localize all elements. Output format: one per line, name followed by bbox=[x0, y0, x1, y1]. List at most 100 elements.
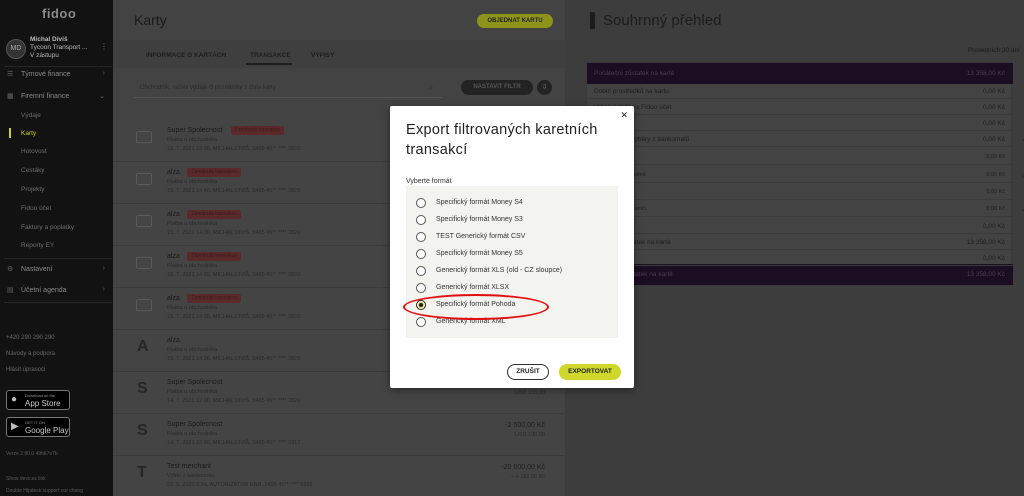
summary-row[interactable]: Výběry v zahraničí0,00 Kč⌄ bbox=[587, 202, 1024, 217]
transaction-merchant: Super Spolecnost bbox=[167, 421, 223, 428]
radio-button[interactable] bbox=[416, 198, 426, 208]
chevron-down-icon: ⌄ bbox=[99, 93, 105, 100]
kebab-menu-icon[interactable]: ⋮ bbox=[100, 42, 108, 51]
store-caption: Download on the bbox=[25, 393, 56, 398]
transaction-merchant: alza bbox=[167, 337, 180, 344]
tab-statements[interactable]: VÝPISY bbox=[311, 52, 334, 59]
summary-available-balance: Dostupný zůstatek na kartě 13 358,00 Kč bbox=[587, 264, 1013, 285]
transaction-merchant: Test merchant bbox=[167, 463, 211, 470]
apple-icon: ● bbox=[11, 394, 18, 405]
divider bbox=[4, 258, 112, 259]
status-badge: Zamítnutá transakce bbox=[187, 294, 241, 303]
sidebar-section-settings[interactable]: ⚙ Nastavení › bbox=[0, 262, 113, 278]
transaction-row[interactable]: S Super Spolecnost Platba u obchodníka 14. … bbox=[113, 414, 565, 456]
avatar: MD bbox=[6, 39, 26, 59]
sidebar-item-cash[interactable]: Hotovost bbox=[21, 148, 47, 155]
app-store-button[interactable]: ● Download on the App Store bbox=[6, 390, 70, 410]
report-link[interactable]: Hlásit úprasoci bbox=[6, 367, 45, 373]
summary-title: Souhrnný přehled bbox=[603, 12, 722, 29]
radio-button[interactable] bbox=[416, 215, 426, 225]
dialog-title: Export filtrovaných karetních transakcí bbox=[406, 122, 598, 158]
footer-link[interactable]: Show devices link bbox=[6, 476, 46, 482]
google-play-button[interactable]: ▶ GET IT ON Google Play bbox=[6, 417, 70, 437]
summary-value: 0,00 Kč bbox=[982, 104, 1005, 111]
order-card-button[interactable]: OBJEDNAT KARTU bbox=[477, 14, 553, 28]
section-label: Týmové finance bbox=[21, 71, 71, 78]
sidebar-item-reports[interactable]: Reporty EY bbox=[21, 242, 54, 249]
transaction-type: Platba u obchodníka bbox=[167, 389, 218, 395]
status-badge: Zamítnutá transakce bbox=[230, 126, 285, 135]
transaction-type: Platba u obchodníka bbox=[167, 305, 218, 311]
merchant-initial: A bbox=[137, 338, 149, 355]
user-company: Tycoon Transport ... bbox=[30, 44, 88, 51]
search-placeholder: Obchodník, název výdaje či poznámky z čí… bbox=[140, 85, 276, 91]
period-label[interactable]: Posledních 30 dní bbox=[968, 47, 1020, 54]
active-indicator bbox=[9, 128, 11, 138]
summary-value: 0,00 Kč bbox=[982, 88, 1005, 95]
summary-value: 0,00 Kč bbox=[982, 223, 1005, 230]
close-icon[interactable]: ✕ bbox=[620, 110, 628, 121]
footer-link[interactable]: Double Hlpdesk support our chang bbox=[6, 488, 83, 494]
summary-value: 0,00 Kč bbox=[982, 136, 1005, 143]
sidebar-item-invoices[interactable]: Faktury a poplatky bbox=[21, 224, 74, 231]
transaction-meta: 16. 7. 2021 13:08, MICHAL DIVIŠ, 5495 45… bbox=[167, 146, 301, 152]
page-title: Karty bbox=[134, 12, 167, 28]
sidebar-item-travel[interactable]: Cestáky bbox=[21, 167, 44, 174]
format-option-label: Specifický formát Money S3 bbox=[436, 216, 523, 223]
radio-button[interactable] bbox=[416, 249, 426, 259]
transaction-type: Platba u obchodníka bbox=[167, 137, 218, 143]
summary-value: 13 358,00 Kč bbox=[966, 70, 1005, 77]
user-role: V zástupu bbox=[30, 52, 59, 59]
summary-row[interactable]: Platby v cizí měně0,00 Kč⌄ bbox=[587, 168, 1024, 183]
transaction-row[interactable]: T Test merchant Výběr z bankomatu 29. 5. 20… bbox=[113, 456, 565, 496]
summary-table: Počáteční zůstatek na kartě 13 358,00 Kč… bbox=[586, 62, 1024, 286]
sidebar-section-accounting[interactable]: ▤ Účetní agenda › bbox=[0, 283, 113, 299]
transaction-meta: 14. 7. 2021 12:00, MICHAL DIVIŠ, 5495 45… bbox=[167, 440, 301, 446]
company-icon: ▦ bbox=[7, 93, 14, 100]
sidebar-section-company-finance[interactable]: ▦ Firemní finance ⌄ bbox=[0, 89, 113, 105]
search-icon[interactable]: ⌕ bbox=[429, 83, 433, 93]
format-option-label: Specifický formát Pohoda bbox=[436, 301, 516, 308]
download-icon[interactable]: ⇩ bbox=[537, 80, 552, 95]
user-block[interactable]: MD Michal Diviš Tycoon Transport ... V z… bbox=[4, 34, 112, 64]
radio-button[interactable] bbox=[416, 232, 426, 242]
version-label: Verze 2.80.0.49b67e7b bbox=[6, 451, 58, 457]
format-option-label: Specifický formát Money S5 bbox=[436, 250, 523, 257]
tab-card-info[interactable]: INFORMACE O KARTÁCH bbox=[146, 52, 226, 59]
gear-icon: ⚙ bbox=[7, 266, 14, 273]
transaction-meta: 29. 5. 2020 8:34, AUTORIZATOR ENR, 5495 … bbox=[167, 482, 313, 488]
sidebar-item-cards[interactable]: Karty bbox=[21, 130, 36, 137]
transaction-type: Platba u obchodníka bbox=[167, 221, 218, 227]
format-label: Vyberte formát bbox=[406, 178, 452, 185]
format-option-label: Specifický formát Money S4 bbox=[436, 199, 523, 206]
radio-button[interactable] bbox=[416, 283, 426, 293]
help-link[interactable]: Návody a podpora bbox=[6, 351, 55, 357]
sidebar-item-fidoo-account[interactable]: Fidoo účet bbox=[21, 205, 51, 212]
sidebar-section-team-finance[interactable]: ☰ Týmové finance › bbox=[0, 67, 113, 83]
transaction-meta: 15. 7. 2021 14:39, MICHAL DIVIŠ, 5495 45… bbox=[167, 230, 301, 236]
fidoo-logo[interactable]: fidoo bbox=[42, 6, 76, 21]
chevron-right-icon: › bbox=[102, 70, 105, 77]
user-name: Michal Diviš bbox=[30, 36, 68, 43]
radio-button[interactable] bbox=[416, 317, 426, 327]
transaction-amount: -20 000,00 Kč bbox=[501, 464, 545, 471]
transaction-type: Platba u obchodníka bbox=[167, 179, 218, 185]
chevron-right-icon: › bbox=[102, 286, 105, 293]
status-badge: Zamítnutá transakce bbox=[187, 210, 241, 219]
support-phone[interactable]: +420 290 290 290 bbox=[6, 335, 55, 341]
summary-value: 0,00 Kč bbox=[986, 172, 1005, 178]
card-icon bbox=[136, 131, 152, 143]
set-filter-button[interactable]: NASTAVIT FILTR bbox=[461, 80, 533, 95]
sidebar-item-expenses[interactable]: Výdaje bbox=[21, 112, 41, 119]
export-button[interactable]: EXPORTOVAT bbox=[559, 364, 621, 380]
sidebar-item-projects[interactable]: Projekty bbox=[21, 186, 44, 193]
card-icon bbox=[136, 299, 152, 311]
transaction-type: Platba u obchodníka bbox=[167, 431, 218, 437]
chevron-right-icon: › bbox=[102, 265, 105, 272]
tab-transactions[interactable]: TRANSAKCE bbox=[250, 52, 291, 59]
summary-row[interactable]: Transakce a výběry z bankomatů0,00 Kč⌄ bbox=[587, 132, 1024, 147]
cancel-button[interactable]: ZRUŠIT bbox=[507, 364, 549, 380]
radio-button[interactable] bbox=[416, 300, 426, 310]
section-label: Nastavení bbox=[21, 266, 53, 273]
radio-button[interactable] bbox=[416, 266, 426, 276]
